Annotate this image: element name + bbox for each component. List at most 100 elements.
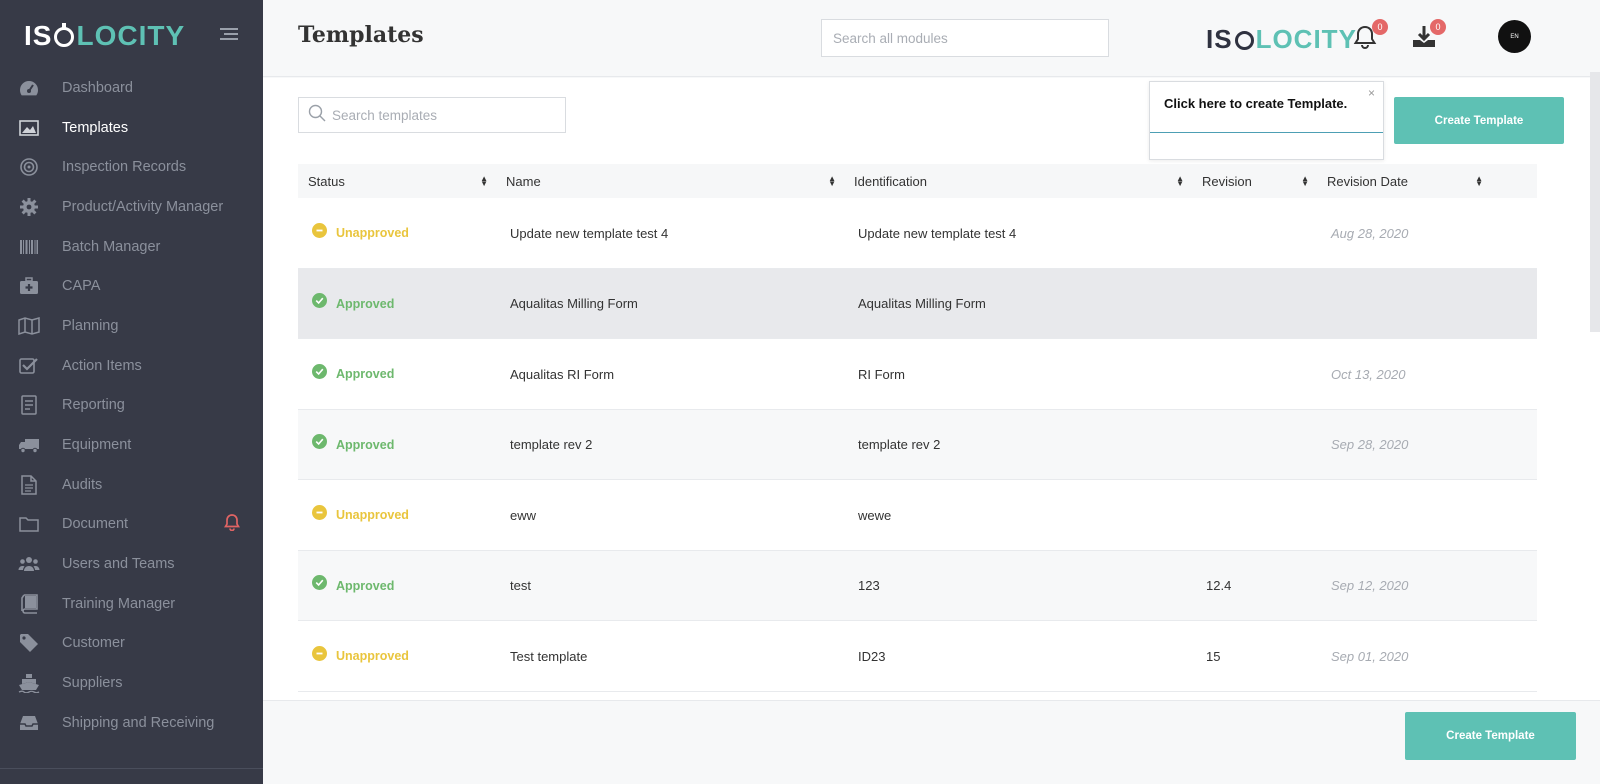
- sidebar-collapse-icon[interactable]: [220, 28, 238, 42]
- revision-date-cell: Sep 12, 2020: [1331, 578, 1409, 593]
- minus-circle-icon: [312, 222, 327, 238]
- sidebar-item-label: Training Manager: [62, 595, 176, 612]
- column-label: Name: [506, 173, 541, 189]
- sidebar-item-customer[interactable]: Customer: [0, 624, 263, 664]
- sidebar-item-suppliers[interactable]: Suppliers: [0, 663, 263, 703]
- tooltip-divider: [1150, 132, 1383, 133]
- sidebar-item-audits[interactable]: Audits: [0, 465, 263, 505]
- name-cell: test: [510, 578, 531, 593]
- page-scrollbar[interactable]: [1590, 72, 1600, 332]
- table-row[interactable]: Approved Aqualitas Milling Form Aqualita…: [298, 268, 1537, 339]
- tooltip-close-icon[interactable]: ×: [1368, 86, 1375, 100]
- logo-iso-text: IS: [1206, 24, 1233, 54]
- sidebar-item-label: Inspection Records: [62, 159, 187, 176]
- image-icon: [18, 117, 40, 139]
- create-template-button[interactable]: Create Template: [1394, 97, 1564, 144]
- revision-date-cell: Sep 28, 2020: [1331, 437, 1409, 452]
- sidebar-item-label: Audits: [62, 476, 103, 493]
- status-cell: Unapproved: [312, 198, 409, 268]
- user-avatar[interactable]: EN: [1498, 20, 1531, 53]
- status-label: Unapproved: [336, 649, 409, 663]
- sidebar-item-document[interactable]: Document: [0, 505, 263, 545]
- sidebar-item-capa[interactable]: CAPA: [0, 266, 263, 306]
- file-icon: [18, 474, 40, 496]
- table-row[interactable]: Unapproved Test template ID23 15 Sep 01,…: [298, 621, 1537, 692]
- create-template-button-bottom[interactable]: Create Template: [1405, 712, 1576, 760]
- truck-icon: [18, 434, 40, 456]
- table-row[interactable]: Unapproved eww wewe: [298, 480, 1537, 551]
- logo-iso-text: IS: [24, 20, 53, 51]
- checkbox-icon: [18, 355, 40, 377]
- column-header-identification[interactable]: Identification ▲ ▼: [844, 164, 1192, 198]
- sidebar-item-users-and-teams[interactable]: Users and Teams: [0, 544, 263, 584]
- status-cell: Approved: [312, 551, 394, 621]
- tag-icon: [18, 632, 40, 654]
- revision-date-cell: Aug 28, 2020: [1331, 225, 1409, 241]
- inbox-icon: [18, 712, 40, 734]
- table-row[interactable]: Approved test 123 12.4 Sep 12, 2020: [298, 550, 1537, 621]
- column-header-revision[interactable]: Revision ▲ ▼: [1192, 164, 1317, 198]
- identification-cell: Aqualitas Milling Form: [858, 296, 986, 311]
- sort-icon: ▲ ▼: [480, 174, 488, 188]
- status-label: Approved: [336, 296, 395, 311]
- sidebar-item-templates[interactable]: Templates: [0, 108, 263, 148]
- logo-locity-text: LOCITY: [76, 20, 186, 51]
- book-icon: [18, 593, 40, 615]
- download-icon[interactable]: 0: [1411, 19, 1446, 50]
- revision-date-cell: Oct 13, 2020: [1331, 366, 1406, 382]
- tooltip-text: Click here to create Template.: [1164, 96, 1348, 111]
- column-header-revision-date[interactable]: Revision Date ▲ ▼: [1317, 164, 1491, 198]
- sort-icon: ▲ ▼: [1475, 174, 1483, 188]
- table-header: Status ▲ ▼ Name ▲ ▼ Identification ▲ ▼ Revisio…: [298, 164, 1537, 198]
- table-row[interactable]: Approved template rev 2 template rev 2 S…: [298, 409, 1537, 480]
- status-label: Unapproved: [336, 508, 409, 522]
- sidebar-item-label: Users and Teams: [62, 556, 175, 573]
- sidebar-item-action-items[interactable]: Action Items: [0, 346, 263, 386]
- notifications-bell-icon[interactable]: 0: [1353, 19, 1388, 50]
- sidebar: IS LOCITY Dashboard Templates Inspection …: [0, 0, 263, 784]
- gear-icon: [18, 196, 40, 218]
- global-search-input[interactable]: [821, 19, 1109, 57]
- templates-search-input[interactable]: [332, 107, 552, 123]
- check-circle-icon: [312, 293, 327, 308]
- identification-cell: RI Form: [858, 366, 905, 382]
- sidebar-nav: Dashboard Templates Inspection Records P…: [0, 68, 263, 743]
- downloads-badge: 0: [1430, 19, 1446, 35]
- header-logo[interactable]: IS LOCITY: [1206, 24, 1357, 55]
- map-icon: [18, 315, 40, 337]
- sort-icon: ▲ ▼: [1301, 174, 1309, 188]
- sidebar-item-reporting[interactable]: Reporting: [0, 386, 263, 426]
- sidebar-item-batch-manager[interactable]: Batch Manager: [0, 227, 263, 267]
- check-circle-icon: [312, 363, 327, 379]
- table-row[interactable]: Approved Aqualitas RI Form RI Form Oct 1…: [298, 339, 1537, 410]
- templates-search[interactable]: [298, 97, 566, 133]
- logo-o-icon: [54, 23, 75, 47]
- sidebar-item-product-activity-manager[interactable]: Product/Activity Manager: [0, 187, 263, 227]
- sidebar-logo[interactable]: IS LOCITY: [24, 20, 185, 52]
- sidebar-item-training-manager[interactable]: Training Manager: [0, 584, 263, 624]
- sidebar-item-dashboard[interactable]: Dashboard: [0, 68, 263, 108]
- column-label: Revision Date: [1327, 173, 1408, 189]
- sidebar-item-equipment[interactable]: Equipment: [0, 425, 263, 465]
- users-icon: [18, 553, 40, 575]
- column-header-status[interactable]: Status ▲ ▼: [298, 164, 496, 198]
- create-template-tooltip: Click here to create Template. ×: [1149, 81, 1384, 160]
- sidebar-item-planning[interactable]: Planning: [0, 306, 263, 346]
- folder-icon: [18, 513, 40, 535]
- table-row[interactable]: Unapproved Update new template test 4 Up…: [298, 198, 1537, 269]
- name-cell: eww: [510, 507, 537, 523]
- sidebar-item-inspection-records[interactable]: Inspection Records: [0, 147, 263, 187]
- bottom-action-bar: Create Template: [263, 700, 1600, 784]
- target-icon: [18, 156, 40, 178]
- sort-icon: ▲ ▼: [1176, 174, 1184, 188]
- bell-icon[interactable]: [223, 513, 241, 536]
- sidebar-item-shipping-and-receiving[interactable]: Shipping and Receiving: [0, 703, 263, 743]
- status-cell: Approved: [312, 269, 394, 339]
- sidebar-item-label: Document: [62, 516, 129, 533]
- report-icon: [18, 394, 40, 416]
- status-label: Unapproved: [336, 226, 409, 240]
- sidebar-item-label: Templates: [62, 119, 129, 136]
- status-label: Approved: [336, 578, 395, 593]
- first-aid-icon: [18, 275, 40, 297]
- column-header-name[interactable]: Name ▲ ▼: [496, 164, 844, 198]
